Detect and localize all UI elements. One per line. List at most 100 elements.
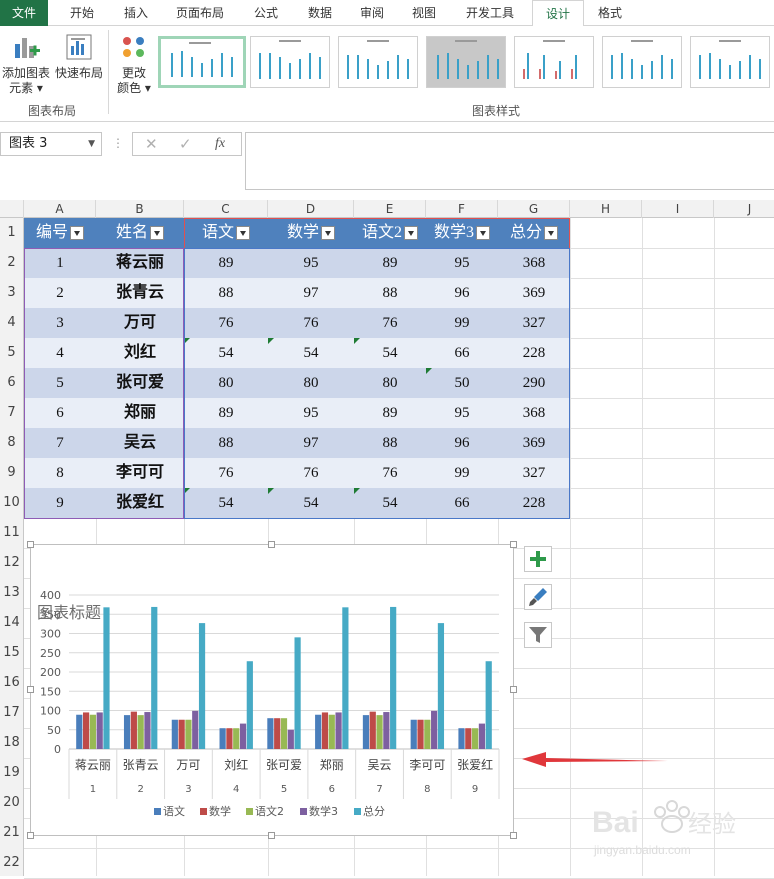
tab-file[interactable]: 文件 xyxy=(0,0,48,26)
row-header[interactable]: 17 xyxy=(0,698,24,728)
chart-bar xyxy=(383,712,390,749)
row-header[interactable]: 6 xyxy=(0,368,24,398)
tab-data[interactable]: 数据 xyxy=(294,0,346,26)
resize-handle[interactable] xyxy=(27,541,34,548)
confirm-icon[interactable]: ✓ xyxy=(179,135,192,153)
x-tick-sublabel: 5 xyxy=(281,784,287,795)
tab-home[interactable]: 开始 xyxy=(56,0,108,26)
add-chart-element-button[interactable]: 添加图表 元素 ▾ xyxy=(0,32,52,96)
palette-icon xyxy=(123,37,144,57)
formula-input[interactable] xyxy=(245,132,774,190)
column-header[interactable]: F xyxy=(426,200,498,218)
filter-dropdown-icon[interactable] xyxy=(150,226,164,241)
tab-developer[interactable]: 开发工具 xyxy=(454,0,526,26)
chart-styles-button[interactable] xyxy=(524,584,552,610)
row-header[interactable]: 21 xyxy=(0,818,24,848)
chart-style-thumb-4[interactable] xyxy=(426,36,506,88)
resize-handle[interactable] xyxy=(268,832,275,839)
gridline xyxy=(570,218,571,876)
column-header[interactable]: I xyxy=(642,200,714,218)
row-header[interactable]: 9 xyxy=(0,458,24,488)
column-header[interactable]: C xyxy=(184,200,268,218)
row-header[interactable]: 2 xyxy=(0,248,24,278)
resize-handle[interactable] xyxy=(510,541,517,548)
chart-style-thumb-2[interactable] xyxy=(250,36,330,88)
group-label-layout: 图表布局 xyxy=(28,104,77,118)
chart-object[interactable]: 0 50 100 150 200 250 300 350 400 蒋云丽 1 张青云 2 万可 3 刘红 4 张可… xyxy=(30,544,514,836)
tab-review[interactable]: 审阅 xyxy=(346,0,398,26)
column-header[interactable]: G xyxy=(498,200,570,218)
row-header[interactable]: 20 xyxy=(0,788,24,818)
chart-style-thumb-5[interactable] xyxy=(514,36,594,88)
x-tick-label: 张青云 xyxy=(123,758,159,772)
svg-text:Bai: Bai xyxy=(592,806,639,839)
column-headers: A B C D E F G H I J xyxy=(0,200,774,218)
row-header[interactable]: 4 xyxy=(0,308,24,338)
row-header[interactable]: 10 xyxy=(0,488,24,518)
chart-style-thumb-3[interactable] xyxy=(338,36,418,88)
tab-formulas[interactable]: 公式 xyxy=(240,0,292,26)
row-header[interactable]: 19 xyxy=(0,758,24,788)
header-label: 编号 xyxy=(35,224,68,241)
column-header[interactable]: A xyxy=(24,200,96,218)
chart-bar xyxy=(246,661,253,749)
tab-view[interactable]: 视图 xyxy=(398,0,450,26)
legend-entry: 总分 xyxy=(363,804,385,818)
legend-entry: 数学3 xyxy=(309,804,338,818)
tab-insert[interactable]: 插入 xyxy=(110,0,162,26)
row-header[interactable]: 14 xyxy=(0,608,24,638)
column-header[interactable]: J xyxy=(714,200,774,218)
red-arrow-annotation xyxy=(522,752,668,767)
chart-bar xyxy=(321,712,329,749)
legend-entry: 数学 xyxy=(209,804,231,818)
name-box[interactable]: 图表 3 ▼ xyxy=(0,132,102,156)
y-tick-label: 300 xyxy=(40,628,61,641)
row-header[interactable]: 5 xyxy=(0,338,24,368)
resize-handle[interactable] xyxy=(27,832,34,839)
row-header[interactable]: 7 xyxy=(0,398,24,428)
column-header[interactable]: B xyxy=(96,200,184,218)
cancel-icon[interactable]: ✕ xyxy=(145,135,158,153)
tab-page-layout[interactable]: 页面布局 xyxy=(164,0,236,26)
row-header[interactable]: 1 xyxy=(0,218,24,248)
row-header[interactable]: 16 xyxy=(0,668,24,698)
plus-icon xyxy=(530,551,546,567)
table-header-cell[interactable]: 姓名 xyxy=(96,218,184,248)
chart-elements-button[interactable] xyxy=(524,546,552,572)
column-header[interactable]: H xyxy=(570,200,642,218)
chart-bar xyxy=(226,728,233,749)
x-tick-sublabel: 6 xyxy=(329,784,335,795)
chart-bar xyxy=(472,728,479,749)
column-header[interactable]: D xyxy=(268,200,354,218)
change-colors-button[interactable]: 更改 颜色 ▾ xyxy=(112,32,156,96)
row-header[interactable]: 18 xyxy=(0,728,24,758)
chart-style-thumb-1[interactable] xyxy=(158,36,246,88)
column-header[interactable]: E xyxy=(354,200,426,218)
quick-layout-button[interactable]: 快速布局 xyxy=(54,32,104,81)
chart-bar xyxy=(417,719,424,749)
row-header[interactable]: 13 xyxy=(0,578,24,608)
filter-dropdown-icon[interactable] xyxy=(70,226,84,241)
row-header[interactable]: 15 xyxy=(0,638,24,668)
insert-function-icon[interactable]: fx xyxy=(215,136,225,152)
legend-entry: 语文2 xyxy=(255,804,284,818)
tab-design[interactable]: 设计 xyxy=(532,0,584,27)
chart-style-thumb-6[interactable] xyxy=(602,36,682,88)
row-header[interactable]: 11 xyxy=(0,518,24,548)
row-header[interactable]: 12 xyxy=(0,548,24,578)
chart-title[interactable]: 图表标题 xyxy=(37,599,101,623)
row-header[interactable]: 8 xyxy=(0,428,24,458)
header-label: 姓名 xyxy=(115,224,148,241)
select-all-corner[interactable] xyxy=(0,200,24,218)
resize-handle[interactable] xyxy=(510,686,517,693)
row-header[interactable]: 22 xyxy=(0,848,24,876)
table-header-cell[interactable]: 编号 xyxy=(24,218,96,248)
chart-filters-button[interactable] xyxy=(524,622,552,648)
y-tick-label: 50 xyxy=(47,724,61,737)
row-header[interactable]: 3 xyxy=(0,278,24,308)
resize-handle[interactable] xyxy=(268,541,275,548)
chart-style-thumb-7[interactable] xyxy=(690,36,770,88)
tab-format[interactable]: 格式 xyxy=(584,0,636,26)
resize-handle[interactable] xyxy=(510,832,517,839)
resize-handle[interactable] xyxy=(27,686,34,693)
